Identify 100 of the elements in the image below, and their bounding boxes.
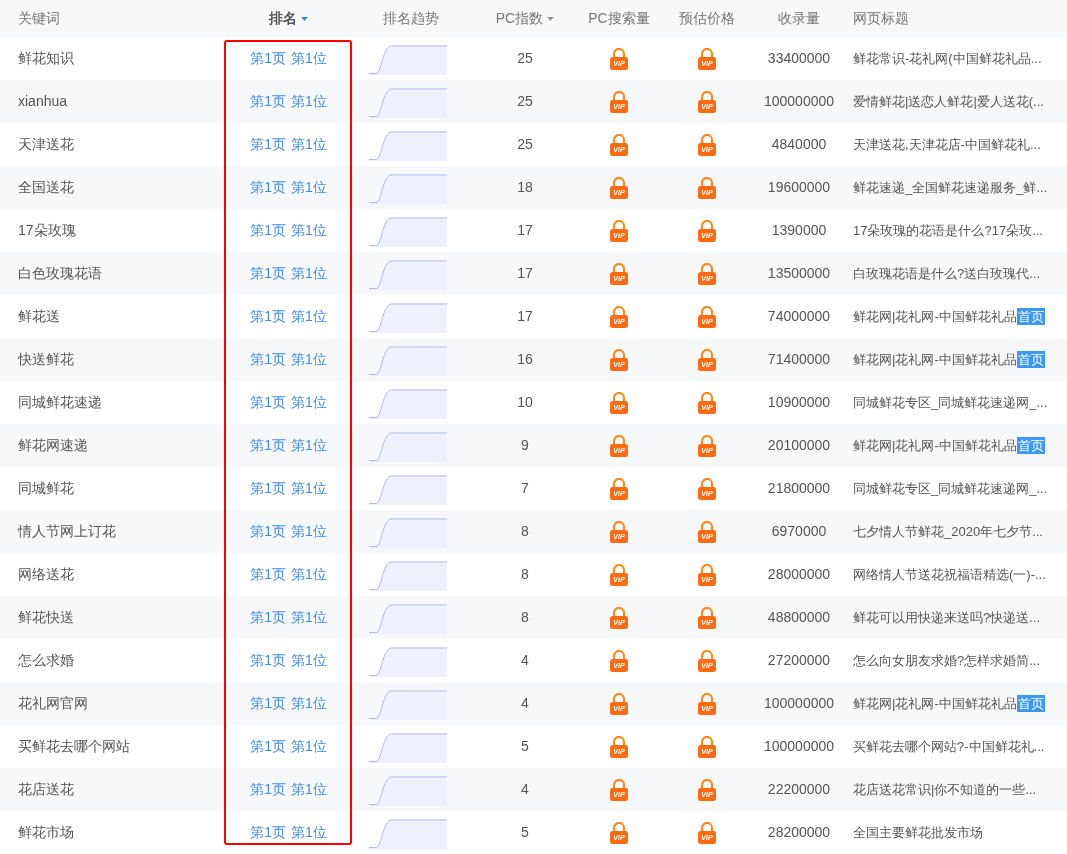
keyword-cell-text: 鲜花网速递: [18, 436, 88, 455]
indexed-count-cell-text: 48800000: [767, 608, 831, 627]
page-title-link[interactable]: 同城鲜花专区_同城鲜花速递网_...: [853, 478, 1048, 499]
column-header: 网页标题: [853, 9, 909, 28]
page-title-link[interactable]: 全国主要鲜花批发市场: [853, 822, 983, 843]
column-header[interactable]: PC指数: [495, 8, 555, 29]
indexed-count-cell-text: 71400000: [767, 350, 831, 369]
rank-position-link[interactable]: 第1位: [291, 263, 327, 284]
index-cell-text: 25: [517, 92, 533, 111]
index-cell-text: 9: [521, 436, 529, 455]
rank-position-link[interactable]: 第1位: [291, 693, 327, 714]
rank-page-link[interactable]: 第1页: [250, 48, 286, 69]
index-cell-text: 25: [517, 135, 533, 154]
rank-position-link[interactable]: 第1位: [291, 607, 327, 628]
keyword-cell-text: 全国送花: [18, 178, 74, 197]
index-cell-text: 16: [517, 350, 533, 369]
indexed-count-cell-text: 100000000: [763, 737, 835, 756]
indexed-count-cell-text: 33400000: [767, 49, 831, 68]
rank-position-link[interactable]: 第1位: [291, 779, 327, 800]
page-title-link[interactable]: 鲜花速递_全国鲜花速递服务_鲜...: [853, 177, 1048, 198]
page-title-link[interactable]: 鲜花网|花礼网-中国鲜花礼品: [853, 693, 1017, 714]
rank-position-link[interactable]: 第1位: [291, 564, 327, 585]
column-header: 排名趋势: [383, 9, 439, 28]
indexed-count-cell-text: 22200000: [767, 780, 831, 799]
rank-page-link[interactable]: 第1页: [250, 91, 286, 112]
rank-position-link[interactable]: 第1位: [291, 306, 327, 327]
rank-position-link[interactable]: 第1位: [291, 521, 327, 542]
rank-position-link[interactable]: 第1位: [291, 650, 327, 671]
keyword-cell-text: 花礼网官网: [18, 694, 88, 713]
keyword-cell-text: xianhua: [18, 92, 68, 111]
rank-page-link[interactable]: 第1页: [250, 134, 286, 155]
column-header: 收录量: [778, 9, 820, 28]
homepage-badge: 首页: [1016, 308, 1045, 325]
indexed-count-cell-text: 21800000: [767, 479, 831, 498]
sort-caret-icon[interactable]: [547, 16, 555, 21]
rank-page-link[interactable]: 第1页: [250, 392, 286, 413]
rank-position-link[interactable]: 第1位: [291, 177, 327, 198]
keyword-cell-text: 17朵玫瑰: [18, 221, 76, 240]
indexed-count-cell-text: 100000000: [763, 92, 835, 111]
rank-page-link[interactable]: 第1页: [250, 177, 286, 198]
page-title-link[interactable]: 鲜花网|花礼网-中国鲜花礼品: [853, 435, 1017, 456]
page-title-link[interactable]: 同城鲜花专区_同城鲜花速递网_...: [853, 392, 1048, 413]
rank-page-link[interactable]: 第1页: [250, 220, 286, 241]
rank-position-link[interactable]: 第1位: [291, 435, 327, 456]
index-cell-text: 17: [517, 221, 533, 240]
page-title-link[interactable]: 17朵玫瑰的花语是什么?17朵玫...: [853, 220, 1043, 241]
page-title-link[interactable]: 鲜花网|花礼网-中国鲜花礼品: [853, 306, 1017, 327]
indexed-count-cell-text: 28000000: [767, 565, 831, 584]
rank-page-link[interactable]: 第1页: [250, 693, 286, 714]
rank-page-link[interactable]: 第1页: [250, 306, 286, 327]
page-title-link[interactable]: 怎么向女朋友求婚?怎样求婚简...: [853, 650, 1041, 671]
rank-page-link[interactable]: 第1页: [250, 736, 286, 757]
index-cell-text: 4: [521, 694, 529, 713]
indexed-count-cell-text: 19600000: [767, 178, 831, 197]
page-title-link[interactable]: 鲜花常识-花礼网(中国鲜花礼品...: [853, 48, 1042, 69]
rank-position-link[interactable]: 第1位: [291, 822, 327, 843]
page-title-link[interactable]: 七夕情人节鲜花_2020年七夕节...: [853, 521, 1043, 542]
page-title-link[interactable]: 买鲜花去哪个网站?-中国鲜花礼...: [853, 736, 1045, 757]
rank-page-link[interactable]: 第1页: [250, 650, 286, 671]
page-title-link[interactable]: 花店送花常识|你不知道的一些...: [853, 779, 1037, 800]
rank-position-link[interactable]: 第1位: [291, 91, 327, 112]
rank-position-link[interactable]: 第1位: [291, 134, 327, 155]
rank-page-link[interactable]: 第1页: [250, 478, 286, 499]
indexed-count-cell-text: 100000000: [763, 694, 835, 713]
index-cell-text: 17: [517, 307, 533, 326]
keyword-cell-text: 鲜花市场: [18, 823, 74, 842]
page-title-link[interactable]: 天津送花,天津花店-中国鲜花礼...: [853, 134, 1041, 155]
indexed-count-cell-text: 20100000: [767, 436, 831, 455]
page-title-link[interactable]: 鲜花可以用快递来送吗?快递送...: [853, 607, 1041, 628]
index-cell-text: 17: [517, 264, 533, 283]
rank-position-link[interactable]: 第1位: [291, 736, 327, 757]
rank-page-link[interactable]: 第1页: [250, 822, 286, 843]
rank-page-link[interactable]: 第1页: [250, 779, 286, 800]
rank-position-link[interactable]: 第1位: [291, 478, 327, 499]
column-header: 关键词: [18, 9, 60, 28]
rank-position-link[interactable]: 第1位: [291, 349, 327, 370]
column-header[interactable]: 排名: [269, 8, 308, 29]
page-title-link[interactable]: 白玫瑰花语是什么?送白玫瑰代...: [853, 263, 1041, 284]
rank-position-link[interactable]: 第1位: [291, 48, 327, 69]
indexed-count-cell-text: 6970000: [771, 522, 827, 541]
rank-page-link[interactable]: 第1页: [250, 435, 286, 456]
rank-page-link[interactable]: 第1页: [250, 521, 286, 542]
keyword-cell-text: 同城鲜花速递: [18, 393, 102, 412]
rank-position-link[interactable]: 第1位: [291, 392, 327, 413]
rank-position-link[interactable]: 第1位: [291, 220, 327, 241]
index-cell-text: 5: [521, 737, 529, 756]
keyword-cell-text: 快送鲜花: [18, 350, 74, 369]
keyword-cell-text: 鲜花送: [18, 307, 60, 326]
index-cell-text: 8: [521, 565, 529, 584]
column-header: PC搜索量: [588, 9, 650, 28]
page-title-link[interactable]: 爱情鲜花|送恋人鲜花|爱人送花(...: [853, 91, 1044, 112]
page-title-link[interactable]: 鲜花网|花礼网-中国鲜花礼品: [853, 349, 1017, 370]
indexed-count-cell-text: 28200000: [767, 823, 831, 842]
rank-page-link[interactable]: 第1页: [250, 564, 286, 585]
rank-page-link[interactable]: 第1页: [250, 349, 286, 370]
rank-page-link[interactable]: 第1页: [250, 607, 286, 628]
rank-page-link[interactable]: 第1页: [250, 263, 286, 284]
sort-caret-icon[interactable]: [301, 16, 308, 21]
page-title-link[interactable]: 网络情人节送花祝福语精选(一)-...: [853, 564, 1046, 585]
keyword-cell-text: 天津送花: [18, 135, 74, 154]
